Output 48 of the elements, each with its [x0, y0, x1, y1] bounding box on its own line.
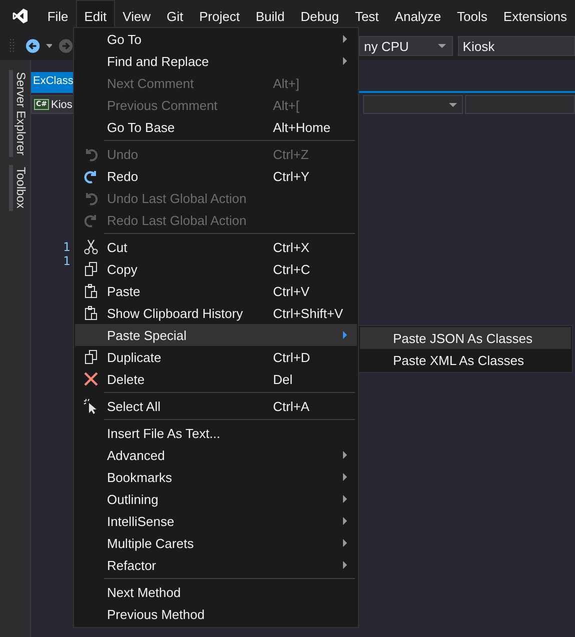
undo-arrow-icon: [83, 146, 99, 162]
line-number: 1: [63, 254, 70, 268]
menu-item[interactable]: File: [39, 0, 76, 32]
menu-option[interactable]: Next Method: [75, 581, 357, 603]
redo-arrow-icon: [83, 168, 99, 184]
clipboard-icon: [83, 305, 99, 321]
back-arrow-icon[interactable]: [26, 39, 40, 53]
delete-icon: [83, 371, 99, 387]
menu-option[interactable]: Cut Ctrl+X: [75, 236, 357, 258]
menu-option[interactable]: Insert File As Text...: [75, 422, 357, 444]
duplicate-icon: [83, 349, 99, 365]
menu-option[interactable]: Bookmarks: [75, 466, 357, 488]
menu-option[interactable]: Copy Ctrl+C: [75, 258, 357, 280]
menu-option[interactable]: Duplicate Ctrl+D: [75, 346, 357, 368]
menu-item[interactable]: Analyze: [386, 0, 450, 32]
document-tab[interactable]: ExClass: [31, 72, 74, 91]
menu-option[interactable]: Redo Ctrl+Y: [75, 165, 357, 187]
line-number: 1: [63, 240, 70, 254]
menu-option[interactable]: Paste JSON As Classes: [360, 327, 571, 349]
copy-icon: [83, 261, 99, 277]
forward-arrow-icon[interactable]: [59, 39, 73, 53]
menu-option[interactable]: Advanced: [75, 444, 357, 466]
menu-option[interactable]: Outlining: [75, 488, 357, 510]
menu-option[interactable]: Multiple Carets: [75, 532, 357, 554]
menu-item[interactable]: Extensions: [495, 0, 575, 32]
clipboard-icon: [83, 283, 99, 299]
menu-option[interactable]: Paste XML As Classes: [360, 349, 571, 371]
undo-arrow-icon: [83, 190, 99, 206]
menu-option[interactable]: Go To Base Alt+Home: [75, 116, 357, 138]
member-dropdown[interactable]: [465, 95, 575, 114]
cursor-icon: [83, 398, 99, 414]
menu-option[interactable]: Delete Del: [75, 368, 357, 390]
platform-dropdown[interactable]: ny CPU: [358, 36, 453, 56]
menu-option[interactable]: IntelliSense: [75, 510, 357, 532]
startup-project-dropdown[interactable]: Kiosk: [458, 36, 575, 56]
menu-item[interactable]: Tools: [449, 0, 496, 32]
scissors-icon: [83, 239, 99, 255]
menu-option[interactable]: Refactor: [75, 554, 357, 576]
dropdown-caret-icon[interactable]: [46, 44, 52, 48]
menu-option[interactable]: Previous Method: [75, 603, 357, 625]
menu-option[interactable]: Paste Special: [75, 324, 357, 346]
menu-option[interactable]: Find and Replace: [75, 50, 357, 72]
menu-option[interactable]: Show Clipboard History Ctrl+Shift+V: [75, 302, 357, 324]
app-logo-icon: [12, 6, 28, 26]
menu-option[interactable]: Paste Ctrl+V: [75, 280, 357, 302]
type-dropdown[interactable]: [363, 95, 464, 114]
redo-arrow-icon: [83, 212, 99, 228]
menu-option[interactable]: Select All Ctrl+A: [75, 395, 357, 417]
